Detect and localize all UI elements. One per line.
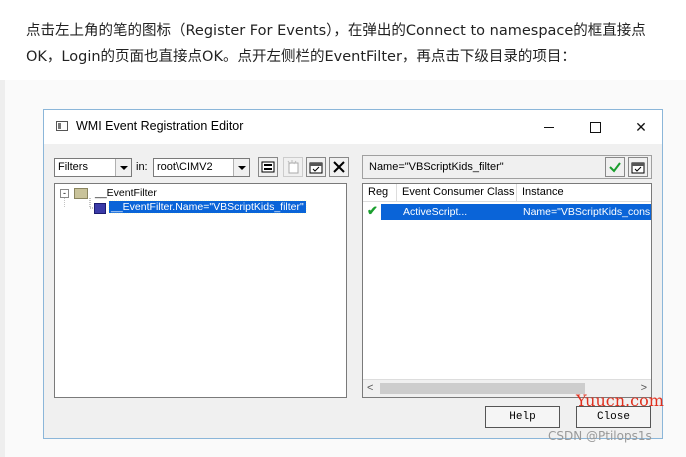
instance-icon bbox=[94, 203, 106, 214]
tree-connector bbox=[64, 198, 94, 209]
tree-item-vbscriptkids-filter[interactable]: __EventFilter.Name="VBScriptKids_filter" bbox=[108, 200, 307, 214]
namespace-value: root\CIMV2 bbox=[157, 161, 213, 173]
delete-button[interactable] bbox=[329, 157, 349, 177]
chevron-down-icon bbox=[115, 159, 131, 176]
tree-item-event-filter[interactable]: __EventFilter bbox=[95, 187, 157, 199]
maximize-button[interactable] bbox=[572, 114, 618, 140]
register-for-events-button[interactable] bbox=[258, 157, 278, 177]
properties-icon bbox=[631, 162, 645, 174]
delete-x-icon bbox=[333, 161, 345, 173]
minimize-button[interactable] bbox=[526, 114, 572, 140]
window-title: WMI Event Registration Editor bbox=[76, 119, 244, 133]
event-consumer-list[interactable]: Reg Event Consumer Class Instance ✔ Acti… bbox=[362, 183, 652, 398]
wmi-event-registration-window: WMI Event Registration Editor ✕ Filters … bbox=[43, 109, 663, 439]
filter-type-select[interactable]: Filters bbox=[54, 158, 132, 177]
instance-cell: Name="VBScriptKids_cons bbox=[523, 206, 651, 218]
properties-button[interactable] bbox=[306, 157, 326, 177]
author-watermark: CSDN @Ptilops1s bbox=[548, 429, 652, 443]
help-button[interactable]: Help bbox=[485, 406, 560, 428]
register-toggle-button[interactable] bbox=[605, 157, 625, 177]
filter-type-value: Filters bbox=[58, 161, 88, 173]
tree-item-label: __EventFilter.Name="VBScriptKids_filter" bbox=[108, 200, 307, 214]
site-watermark: Yuucn.com bbox=[576, 391, 664, 410]
maximize-icon bbox=[589, 121, 601, 133]
consumer-class-cell: ActiveScript... bbox=[403, 206, 468, 218]
column-header-consumer-class[interactable]: Event Consumer Class bbox=[397, 184, 517, 202]
registered-check-icon[interactable]: ✔ bbox=[367, 203, 378, 219]
scroll-thumb[interactable] bbox=[380, 383, 585, 394]
event-filter-tree[interactable]: - __EventFilter __EventFilter.Name="VBSc… bbox=[54, 183, 347, 398]
consumer-properties-button[interactable] bbox=[628, 157, 648, 177]
column-header-instance[interactable]: Instance bbox=[517, 184, 651, 202]
in-label: in: bbox=[136, 161, 148, 173]
tree-expander[interactable]: - bbox=[60, 189, 69, 198]
title-bar[interactable]: WMI Event Registration Editor ✕ bbox=[44, 110, 662, 144]
namespace-select[interactable]: root\CIMV2 bbox=[153, 158, 250, 177]
properties-icon bbox=[309, 162, 323, 174]
minimize-icon bbox=[544, 126, 554, 128]
register-events-icon bbox=[261, 161, 275, 173]
column-header-reg[interactable]: Reg bbox=[363, 184, 397, 202]
selected-instance-name: Name="VBScriptKids_filter" bbox=[369, 161, 504, 173]
selected-instance-header: Name="VBScriptKids_filter" bbox=[362, 155, 652, 179]
blockquote-bar bbox=[0, 80, 5, 457]
check-icon bbox=[609, 162, 621, 173]
chevron-down-icon bbox=[233, 159, 249, 176]
app-icon bbox=[56, 121, 68, 131]
new-instance-icon bbox=[287, 160, 299, 174]
close-window-button[interactable]: ✕ bbox=[618, 114, 664, 140]
new-instance-button[interactable] bbox=[283, 157, 303, 177]
article-paragraph: 点击左上角的笔的图标（Register For Events），在弹出的Conn… bbox=[26, 23, 646, 65]
scroll-left-arrow[interactable]: < bbox=[367, 382, 373, 394]
